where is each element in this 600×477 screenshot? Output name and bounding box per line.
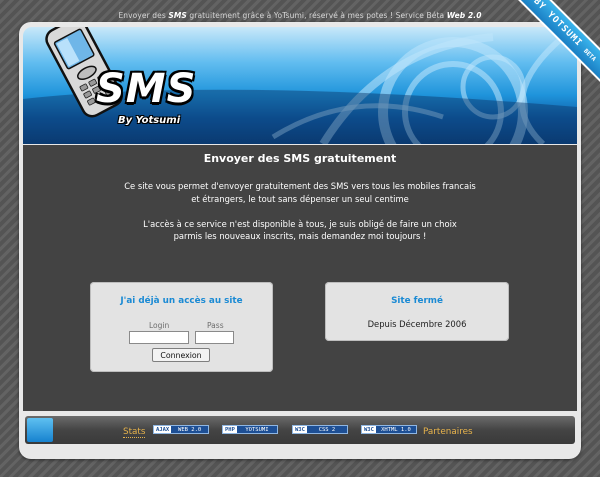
- logo-subtitle: By Yotsumi: [118, 115, 181, 126]
- login-input[interactable]: [129, 331, 189, 344]
- tagline: Envoyer des SMS gratuitement grâce à YoT…: [0, 11, 600, 20]
- login-label: Login: [149, 321, 170, 330]
- ajax-badge-left: AJAX: [154, 426, 172, 433]
- site-closed-title: Site fermé: [391, 296, 443, 306]
- ajax-badge[interactable]: AJAX WEB 2.0: [153, 425, 209, 434]
- intro-line: et étrangers, le tout sans dépenser un s…: [191, 193, 409, 204]
- intro-spacer: [23, 205, 577, 218]
- php-badge-left: PHP: [223, 426, 237, 433]
- page-title: Envoyer des SMS gratuitement: [203, 152, 397, 165]
- login-box: J'ai déjà un accès au site Login Pass Co…: [90, 282, 273, 372]
- xhtml-badge-left: W3C: [362, 426, 376, 433]
- logo-title: SMS: [96, 66, 197, 112]
- ajax-badge-right: WEB 2.0: [178, 427, 202, 433]
- css-badge-left: W3C: [293, 426, 307, 433]
- connexion-button[interactable]: Connexion: [152, 348, 210, 362]
- intro-line: L'accès à ce service n'est disponible à …: [143, 218, 457, 229]
- intro-line: Ce site vous permet d'envoyer gratuiteme…: [124, 181, 476, 191]
- ribbon-beta: BETA: [582, 47, 598, 63]
- partners-link[interactable]: Partenaires: [423, 427, 473, 437]
- tagline-web: Web 2.0: [446, 11, 482, 20]
- php-badge[interactable]: PHP YOTSUMI: [222, 425, 278, 434]
- tagline-part1: Envoyer des: [118, 11, 169, 20]
- pass-input[interactable]: [195, 331, 234, 344]
- xhtml-badge[interactable]: W3C XHTML 1.0: [361, 425, 417, 434]
- intro-line: parmis les nouveaux inscrits, mais deman…: [173, 231, 427, 241]
- tagline-sms: SMS: [168, 11, 187, 20]
- site-closed-box: Site fermé Depuis Décembre 2006: [325, 282, 509, 341]
- css-badge[interactable]: W3C CSS 2: [292, 425, 348, 434]
- pass-label: Pass: [207, 321, 224, 330]
- login-box-title: J'ai déjà un accès au site: [120, 296, 243, 306]
- css-badge-right: CSS 2: [318, 427, 336, 433]
- footer-accent: [27, 418, 53, 442]
- site-closed-text: Depuis Décembre 2006: [367, 319, 467, 329]
- php-badge-right: YOTSUMI: [245, 427, 269, 433]
- xhtml-badge-right: XHTML 1.0: [381, 427, 411, 433]
- intro-text: Ce site vous permet d'envoyer gratuiteme…: [23, 180, 577, 243]
- tagline-part2: gratuitement grâce à YoTsumi, réservé à …: [186, 11, 447, 20]
- stats-link[interactable]: Stats: [123, 427, 146, 438]
